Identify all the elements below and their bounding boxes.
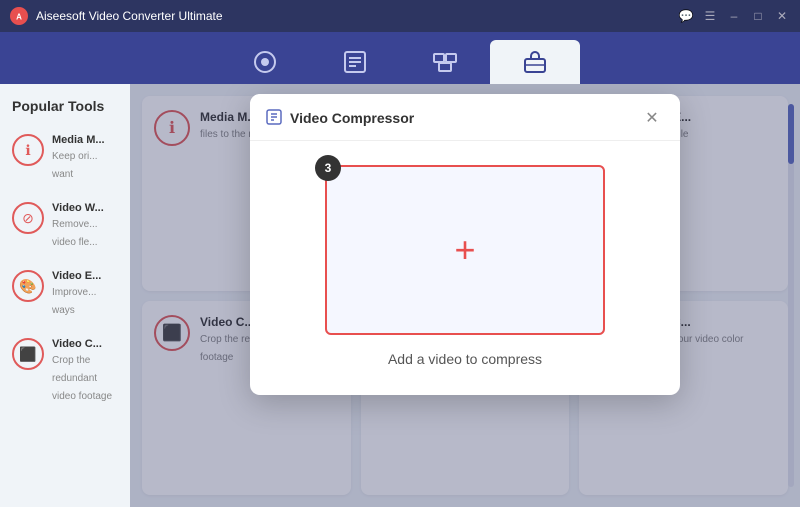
window-controls: 💬 ☰ – □ ✕ xyxy=(678,8,790,24)
sidebar: Popular Tools ℹ Media M... Keep ori... w… xyxy=(0,84,130,507)
modal-title: Video Compressor xyxy=(290,110,632,126)
message-button[interactable]: 💬 xyxy=(678,8,694,24)
drop-label: Add a video to compress xyxy=(388,351,542,367)
modal-overlay: Video Compressor ✕ 3 + Add a video to co… xyxy=(130,84,800,507)
sidebar-item-video-watermark[interactable]: ⊘ Video W... Remove... video fle... xyxy=(8,194,122,258)
tab-toolbox[interactable] xyxy=(490,40,580,84)
sidebar-title: Popular Tools xyxy=(8,98,122,114)
video-enhance-icon: 🎨 xyxy=(12,270,44,302)
drop-badge: 3 xyxy=(315,155,341,181)
video-drop-area[interactable]: 3 + xyxy=(325,165,605,335)
modal-close-button[interactable]: ✕ xyxy=(640,106,664,130)
modal-header-icon xyxy=(266,109,282,128)
modal-header: Video Compressor ✕ xyxy=(250,94,680,141)
video-crop-icon: ⬛ xyxy=(12,338,44,370)
svg-text:A: A xyxy=(16,13,22,22)
media-metadata-icon: ℹ xyxy=(12,134,44,166)
tab-edit[interactable] xyxy=(310,40,400,84)
sidebar-item-media-metadata[interactable]: ℹ Media M... Keep ori... want xyxy=(8,126,122,190)
app-title: Aiseesoft Video Converter Ultimate xyxy=(36,9,678,23)
modal-body: 3 + Add a video to compress xyxy=(250,141,680,395)
sidebar-watermark-desc: Remove... video fle... xyxy=(52,219,98,248)
sidebar-media-name: Media M... xyxy=(52,134,118,146)
sidebar-crop-name: Video C... xyxy=(52,338,118,350)
tab-convert[interactable] xyxy=(220,40,310,84)
sidebar-media-desc: Keep ori... want xyxy=(52,151,98,180)
main-content: Popular Tools ℹ Media M... Keep ori... w… xyxy=(0,84,800,507)
maximize-button[interactable]: □ xyxy=(750,8,766,24)
sidebar-item-video-enhance[interactable]: 🎨 Video E... Improve... ways xyxy=(8,262,122,326)
video-watermark-icon: ⊘ xyxy=(12,202,44,234)
close-app-button[interactable]: ✕ xyxy=(774,8,790,24)
sidebar-enhance-desc: Improve... ways xyxy=(52,287,96,316)
sidebar-watermark-name: Video W... xyxy=(52,202,118,214)
content-area: ℹ Media M... files to the need ⊘ Video W… xyxy=(130,84,800,507)
drop-plus-icon: + xyxy=(454,232,475,268)
tab-merge[interactable] xyxy=(400,40,490,84)
nav-bar xyxy=(0,32,800,84)
sidebar-item-video-crop[interactable]: ⬛ Video C... Crop the redundant video fo… xyxy=(8,330,122,412)
menu-button[interactable]: ☰ xyxy=(702,8,718,24)
video-compressor-modal: Video Compressor ✕ 3 + Add a video to co… xyxy=(250,94,680,395)
app-logo: A xyxy=(10,7,28,25)
minimize-button[interactable]: – xyxy=(726,8,742,24)
title-bar: A Aiseesoft Video Converter Ultimate 💬 ☰… xyxy=(0,0,800,32)
sidebar-enhance-name: Video E... xyxy=(52,270,118,282)
sidebar-crop-desc: Crop the redundant video footage xyxy=(52,355,112,402)
